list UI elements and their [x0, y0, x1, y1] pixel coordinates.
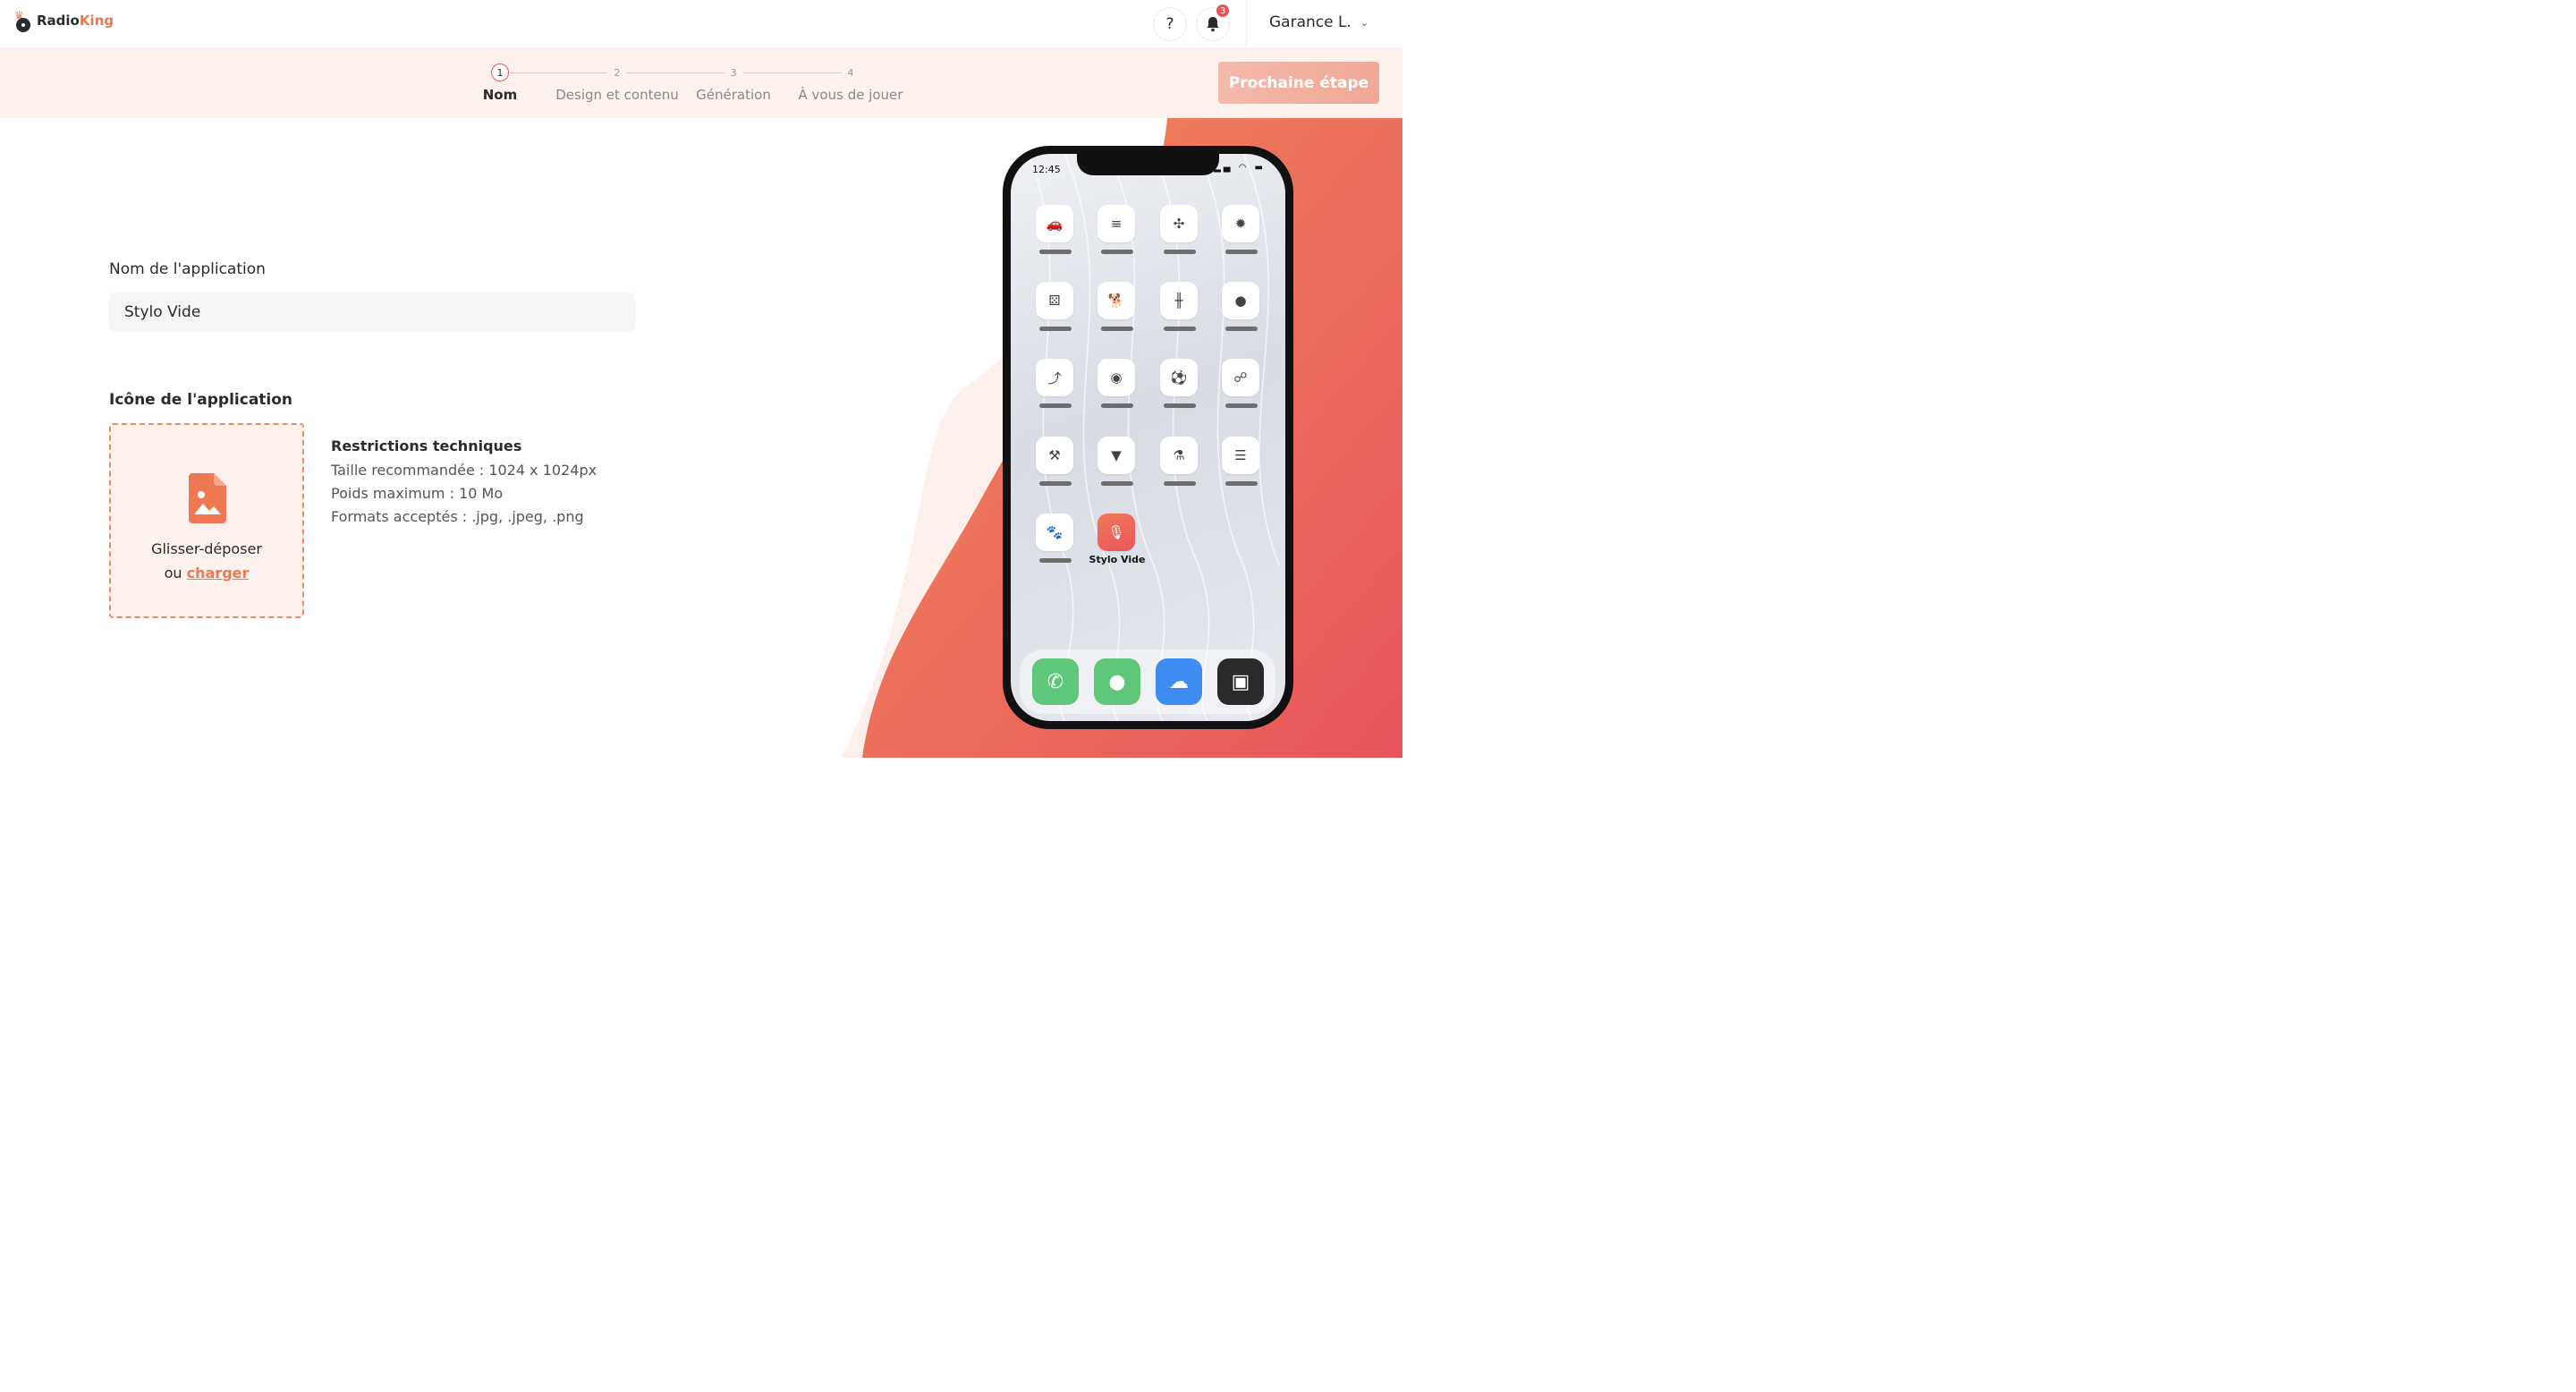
step-number: 1 — [491, 64, 509, 81]
upload-link[interactable]: charger — [187, 564, 250, 581]
notification-count-badge: 3 — [1215, 3, 1231, 19]
wheel-icon: ✹ — [1222, 205, 1259, 242]
featured-app-label: Stylo Vide — [1089, 554, 1146, 565]
vinyl-icon: ◉ — [1097, 359, 1135, 396]
restrictions-title: Restrictions techniques — [331, 437, 522, 454]
step-label: À vous de jouer — [798, 87, 903, 103]
car-icon: 🚗 — [1036, 205, 1073, 242]
technical-restrictions: Restrictions techniques Taille recommand… — [331, 437, 597, 529]
dice-icon: ⚄ — [1036, 282, 1073, 319]
app-slot: 🐾 — [1036, 514, 1075, 563]
step-number: 4 — [847, 66, 854, 79]
binoculars-icon: ☍ — [1222, 359, 1259, 396]
microphone-icon: 🎙 — [1097, 514, 1135, 551]
app-slot: ▼ — [1097, 437, 1137, 486]
app-slot: ● — [1222, 282, 1261, 331]
help-button[interactable]: ? — [1153, 7, 1187, 41]
database-icon: ≡ — [1097, 205, 1135, 242]
radioking-logo[interactable]: ♛ RadioKing — [13, 9, 114, 32]
app-slot: ◉ — [1097, 359, 1137, 408]
app-slot: ⚄ — [1036, 282, 1075, 331]
dog-icon: 🐕 — [1097, 282, 1135, 319]
phone-screen: 12:45 ▂▄ ◠ ▬ 🚗 ≡ ✣ ✹ ⚄ 🐕 ╫ ● ⤴ ◉ ⚽ ☍ ⚒ ▼… — [1011, 154, 1285, 721]
paw-icon: 🐾 — [1036, 514, 1073, 551]
app-slot: ⚗ — [1160, 437, 1199, 486]
phone-preview: 12:45 ▂▄ ◠ ▬ 🚗 ≡ ✣ ✹ ⚄ 🐕 ╫ ● ⤴ ◉ ⚽ ☍ ⚒ ▼… — [1003, 146, 1293, 729]
app-slot: ╫ — [1160, 282, 1199, 331]
app-slot: ☰ — [1222, 437, 1261, 486]
step-number: 3 — [730, 66, 737, 79]
dropzone-or: ou — [164, 564, 187, 581]
step-number: 2 — [614, 66, 621, 79]
fan-icon: ✣ — [1160, 205, 1198, 242]
app-slot: ☍ — [1222, 359, 1261, 408]
app-slot: ✣ — [1160, 205, 1199, 254]
featured-app: 🎙 Stylo Vide — [1089, 514, 1145, 565]
chevron-down-icon: ⌄ — [1360, 16, 1369, 29]
help-icon: ? — [1165, 15, 1174, 33]
image-file-icon — [189, 473, 226, 523]
app-icon-title: Icône de l'application — [109, 391, 293, 409]
app-name-label: Nom de l'application — [109, 260, 266, 278]
microscope-icon: ⚗ — [1160, 437, 1198, 474]
app-slot: ⤴ — [1036, 359, 1075, 408]
app-slot: ⚒ — [1036, 437, 1075, 486]
next-step-button[interactable]: Prochaine étape — [1218, 62, 1379, 104]
weather-app-icon: ☁ — [1156, 658, 1202, 705]
user-name: Garance L. — [1269, 13, 1352, 31]
restriction-weight: Poids maximum : 10 Mo — [331, 485, 504, 502]
restriction-size: Taille recommandée : 1024 x 1024px — [331, 462, 597, 479]
dropzone-instruction: Glisser-déposer — [151, 540, 262, 557]
boot-icon: ⤴ — [1036, 359, 1073, 396]
app-slot: ≡ — [1097, 205, 1137, 254]
dumbbell-icon: ╫ — [1160, 282, 1198, 319]
logo-text: RadioKing — [37, 13, 114, 29]
hammer-icon: ⚒ — [1036, 437, 1073, 474]
messages-app-icon: ● — [1094, 658, 1140, 705]
soccer-ball-icon: ⚽ — [1160, 359, 1198, 396]
app-slot: 🚗 — [1036, 205, 1075, 254]
app-grid: 🚗 ≡ ✣ ✹ ⚄ 🐕 ╫ ● ⤴ ◉ ⚽ ☍ ⚒ ▼ ⚗ ☰ 🐾 🎙 Styl… — [1011, 154, 1285, 721]
egg-icon: ● — [1222, 282, 1259, 319]
app-slot: 🐕 — [1097, 282, 1137, 331]
list-icon: ☰ — [1222, 437, 1259, 474]
user-menu[interactable]: Garance L. ⌄ — [1269, 13, 1368, 31]
photos-app-icon: ▣ — [1217, 658, 1264, 705]
step-a-vous-de-jouer[interactable]: 4 À vous de jouer — [779, 64, 922, 104]
top-bar: ♛ RadioKing ? 3 Garance L. ⌄ — [0, 0, 1402, 47]
phone-dock: ✆ ● ☁ ▣ — [1020, 649, 1275, 714]
restriction-formats: Formats acceptés : .jpg, .jpeg, .png — [331, 508, 584, 525]
icon-dropzone[interactable]: Glisser-déposer ou charger — [109, 423, 304, 618]
radioking-logo-icon: ♛ — [13, 9, 33, 32]
ice-cream-icon: ▼ — [1097, 437, 1135, 474]
app-slot: ⚽ — [1160, 359, 1199, 408]
dropzone-text: Glisser-déposer ou charger — [111, 537, 302, 585]
header-divider — [1246, 0, 1247, 47]
phone-app-icon: ✆ — [1032, 658, 1079, 705]
app-name-input[interactable]: Stylo Vide — [109, 293, 635, 332]
bell-icon — [1207, 17, 1219, 32]
stepper-bar: 1 Nom 2 Design et contenu 3 Génération 4… — [0, 47, 1402, 118]
app-slot: ✹ — [1222, 205, 1261, 254]
